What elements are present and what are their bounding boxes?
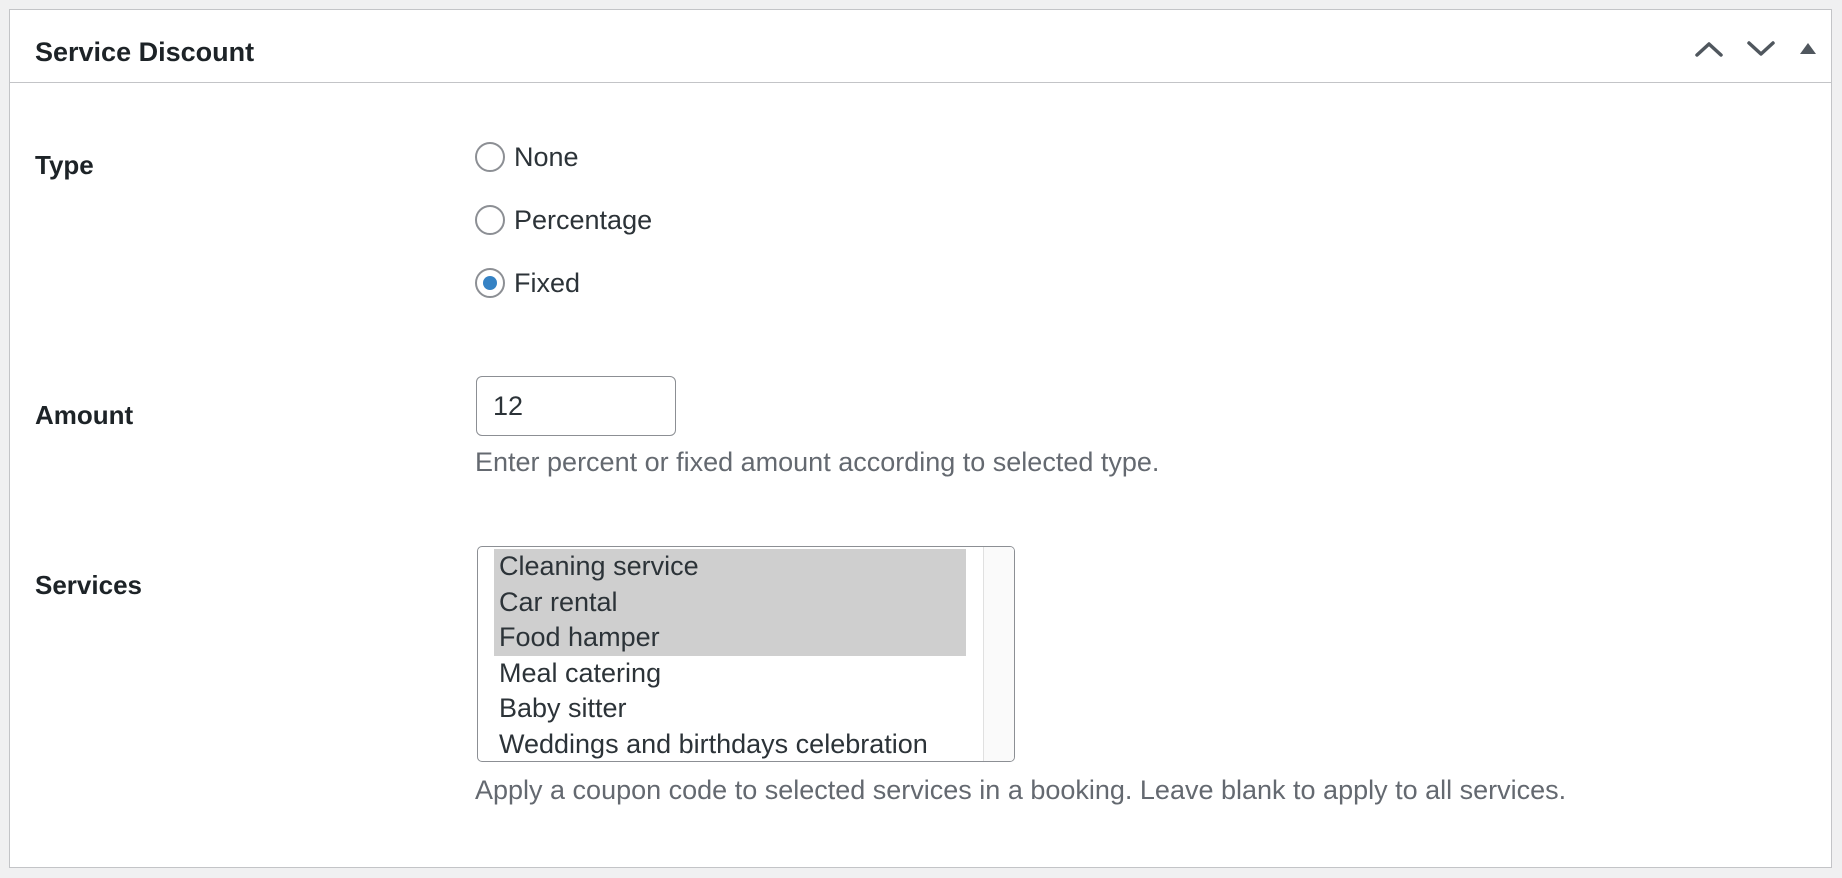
services-scrollbar[interactable] xyxy=(983,547,1014,761)
chevron-down-icon xyxy=(1747,41,1775,56)
toggle-panel-button[interactable] xyxy=(1785,31,1831,67)
type-option-none[interactable]: None xyxy=(475,140,579,174)
radio-label-percentage[interactable]: Percentage xyxy=(514,203,652,237)
service-option[interactable]: Food hamper xyxy=(494,620,966,656)
service-option[interactable]: Cleaning service xyxy=(494,549,966,585)
type-option-percentage[interactable]: Percentage xyxy=(475,203,652,237)
radio-label-fixed[interactable]: Fixed xyxy=(514,266,580,300)
move-down-button[interactable] xyxy=(1741,31,1781,67)
service-option[interactable]: Car rental xyxy=(494,584,966,620)
type-option-fixed[interactable]: Fixed xyxy=(475,266,580,300)
service-option[interactable]: Weddings and birthdays celebration xyxy=(494,727,966,762)
metabox-title: Service Discount xyxy=(35,37,255,67)
service-option[interactable]: Baby sitter xyxy=(494,691,966,727)
services-options: Cleaning service Car rental Food hamper … xyxy=(494,549,966,762)
radio-percentage[interactable] xyxy=(475,205,505,235)
service-discount-metabox: Service Discount Type None Percentage Fi… xyxy=(9,9,1832,868)
chevron-up-icon xyxy=(1695,42,1723,57)
radio-fixed[interactable] xyxy=(475,268,505,298)
move-up-button[interactable] xyxy=(1689,31,1729,67)
radio-none[interactable] xyxy=(475,142,505,172)
amount-label: Amount xyxy=(35,400,134,430)
services-help-text: Apply a coupon code to selected services… xyxy=(475,775,1567,805)
services-multiselect[interactable]: Cleaning service Car rental Food hamper … xyxy=(477,546,1015,762)
services-label: Services xyxy=(35,570,142,600)
amount-input[interactable] xyxy=(476,376,676,436)
service-option[interactable]: Meal catering xyxy=(494,656,966,692)
type-label: Type xyxy=(35,150,94,180)
amount-help-text: Enter percent or fixed amount according … xyxy=(475,447,1160,477)
radio-label-none[interactable]: None xyxy=(514,140,579,174)
metabox-header: Service Discount xyxy=(10,10,1831,83)
triangle-up-icon xyxy=(1800,43,1816,54)
